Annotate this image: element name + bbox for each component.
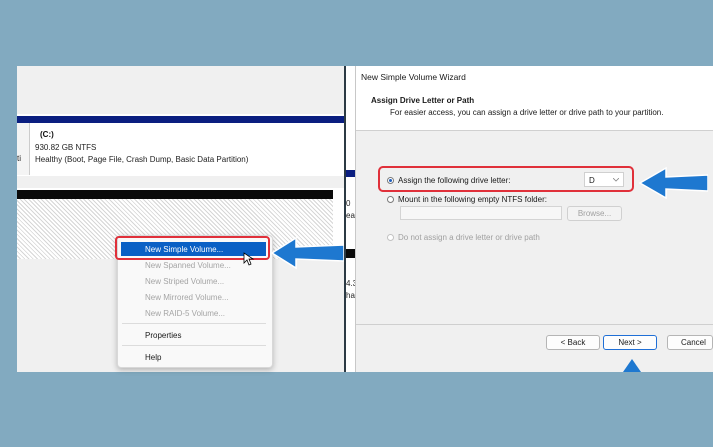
mount-folder-radio[interactable] (387, 196, 394, 203)
background-fragment: ea (346, 211, 355, 220)
volume-status: Healthy (Boot, Page File, Crash Dump, Ba… (35, 155, 249, 164)
mount-folder-label[interactable]: Mount in the following empty NTFS folder… (398, 195, 547, 204)
menu-item-new-raid5-volume[interactable]: New RAID-5 Volume... (145, 309, 225, 318)
volume-name: (C:) (40, 130, 54, 139)
disk-label-cell (17, 123, 30, 175)
menu-separator (122, 323, 266, 324)
no-assign-label[interactable]: Do not assign a drive letter or drive pa… (398, 233, 540, 242)
volume-size: 930.82 GB NTFS (35, 143, 97, 152)
wizard-subheading: For easier access, you can assign a driv… (390, 108, 664, 117)
pointer-arrow-icon (638, 166, 708, 200)
mouse-cursor-icon (243, 252, 255, 266)
browse-button[interactable]: Browse... (567, 206, 622, 221)
background-fragment: 0 (346, 199, 351, 208)
menu-item-new-striped-volume[interactable]: New Striped Volume... (145, 277, 224, 286)
menu-separator (122, 345, 266, 346)
mount-folder-path-input[interactable] (400, 206, 562, 220)
cancel-button[interactable]: Cancel (667, 335, 713, 350)
no-assign-radio[interactable] (387, 234, 394, 241)
menu-item-new-mirrored-volume[interactable]: New Mirrored Volume... (145, 293, 229, 302)
unallocated-header-bar (17, 190, 333, 199)
menu-item-help[interactable]: Help (145, 353, 161, 362)
next-button[interactable]: Next > (603, 335, 657, 350)
back-button[interactable]: < Back (546, 335, 600, 350)
volume-c-partition[interactable]: (C:) 930.82 GB NTFS Healthy (Boot, Page … (31, 123, 344, 175)
pointer-arrow-icon (270, 236, 345, 270)
disk-label-fragment: ti (17, 154, 21, 163)
disk-separator (17, 176, 344, 188)
wizard-footer-separator (356, 324, 713, 325)
volume-list-area (17, 66, 344, 114)
menu-item-properties[interactable]: Properties (145, 331, 181, 340)
up-arrow-icon (623, 359, 641, 372)
menu-item-new-spanned-volume[interactable]: New Spanned Volume... (145, 261, 231, 270)
wizard-heading: Assign Drive Letter or Path (371, 96, 475, 105)
wizard-title: New Simple Volume Wizard (361, 72, 466, 82)
drive-letter-highlight-outline (378, 166, 634, 192)
disk-header-bar (17, 116, 344, 123)
